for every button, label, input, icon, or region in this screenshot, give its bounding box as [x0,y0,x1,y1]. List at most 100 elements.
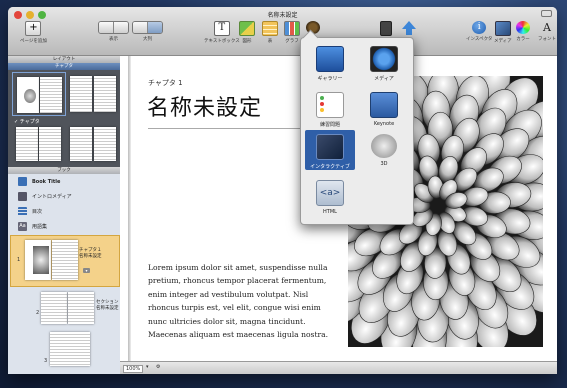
page-number: 3 [44,358,48,364]
layout-page-right [40,77,62,113]
table-label: 表 [267,39,273,44]
page-thumbnail [50,332,90,366]
phone-preview-button[interactable] [380,21,392,36]
inspector-button[interactable]: i インスペクタ [466,21,492,42]
selected-page-row[interactable]: 1 チャプタ１ 名称未設定 ▾ [10,235,120,287]
book-item-label: Book Title [32,178,61,185]
shape-label: 図形 [242,39,252,44]
page-thumbnails: 1 チャプタ１ 名称未設定 ▾ 2 セクション 名称未設定 3 [8,233,120,374]
page-thumbnail [41,292,67,324]
layout-thumbnail[interactable] [70,76,92,112]
review-widget[interactable]: 練習問題 [305,88,355,128]
page-row[interactable]: 3 [10,330,118,374]
zoom-segment [132,21,163,34]
gallery-widget[interactable]: ギャラリー [305,42,355,82]
book-title-item[interactable]: Book Title [8,174,120,189]
body-text[interactable]: Lorem ipsum dolor sit amet, suspendisse … [148,261,333,341]
table-icon [262,21,278,36]
font-icon: A [543,21,551,34]
page-thumbnail [52,240,78,280]
glossary-item[interactable]: Aa 用語集 [8,219,120,234]
shape-button[interactable]: 図形 [239,21,255,44]
page-number: 2 [36,310,40,316]
arrow-up-icon [402,21,416,29]
add-page-button[interactable]: + ページを追加 [20,21,47,44]
layout-page-left [17,77,39,113]
selected-layout[interactable] [12,72,66,116]
media-browser-icon [494,21,511,36]
widget-label: インタラクティブ [310,164,350,170]
page-number: 1 [17,257,21,263]
publish-button[interactable] [402,21,416,35]
interactive-image-icon [316,134,344,160]
checkmark-icon: ✓ [14,119,19,125]
widget-label: ギャラリー [317,76,343,82]
colors-button[interactable]: カラー [516,21,530,42]
book-item-label: 用語集 [32,224,48,230]
device-icon [380,21,392,36]
chart-icon [284,21,300,36]
page-row[interactable]: 2 セクション 名称未設定 [10,288,119,328]
chevron-down-icon[interactable]: ▾ [146,364,149,370]
arrow-stem [406,29,412,35]
media-browser-label: メディア [494,39,512,44]
table-button[interactable]: 表 [262,21,278,44]
chapter-layout-label: チャプタ [19,119,40,125]
app-window: 名称未設定 + ページを追加 表示 大列 T テキストボックス 図形 表 グラフ… [8,7,557,374]
thumbnail-image [33,246,49,274]
page-edge [128,56,131,361]
html-widget[interactable]: <a> HTML [305,176,355,216]
gallery-icon [316,46,344,72]
chapter-header: チャプタ [8,63,120,70]
page-label: チャプタ１ 名称未設定 [79,248,102,259]
sidebar: レイアウト チャプタ ✓ チャプタ ブック Book Title イントロメディ… [8,56,120,374]
intro-media-item[interactable]: イントロメディア [8,189,120,204]
page-thumbnail [68,292,94,324]
zoom-view-button[interactable]: 大列 [132,21,163,42]
layout-thumbnail[interactable] [16,127,38,161]
html-icon: <a> [316,180,344,206]
fullscreen-icon[interactable] [541,10,552,17]
layout-thumbnail[interactable] [94,127,116,161]
gear-icon[interactable]: ⚙ [156,364,160,370]
status-bar: 100% ▾ ⚙ [120,361,557,374]
page-label: セクション 名称未設定 [96,300,119,311]
film-icon [18,192,27,201]
toc-item[interactable]: 目次 [8,204,120,219]
layout-thumbnail[interactable] [39,127,61,161]
keynote-widget[interactable]: Keynote [359,88,409,128]
text-box-button[interactable]: T テキストボックス [204,21,240,44]
colors-label: カラー [516,37,530,42]
fonts-button[interactable]: A フォント [538,21,556,42]
list-icon [18,207,27,216]
interactive-widget[interactable]: インタラクティブ [305,130,355,170]
widget-label: メディア [374,76,394,82]
text-box-label: テキストボックス [204,39,240,44]
chart-button[interactable]: グラフ [284,21,300,44]
glossary-icon: Aa [18,222,27,231]
widget-label: 練習問題 [319,122,340,128]
3d-object-icon [371,134,397,158]
title-rule [148,128,300,129]
media-browser-button[interactable]: メディア [494,21,512,44]
toolbar: 名称未設定 + ページを追加 表示 大列 T テキストボックス 図形 表 グラフ… [8,7,557,56]
media-widget[interactable]: メディア [359,42,409,82]
view-button[interactable]: 表示 [98,21,129,42]
3d-widget[interactable]: 3D [359,130,409,170]
info-icon: i [472,21,487,34]
zoom-select[interactable]: 100% [123,365,144,373]
keynote-icon [370,92,398,118]
chapter-label[interactable]: チャプタ 1 [148,78,183,88]
text-box-icon: T [213,21,230,36]
chapter-title[interactable]: 名称未設定 [147,90,262,122]
chapter-layout-item[interactable]: ✓ チャプタ [14,118,40,125]
expand-arrow-icon[interactable]: ▾ [83,268,90,273]
layout-thumbnail[interactable] [70,127,92,161]
book-item-label: 目次 [32,209,43,215]
layout-thumbnail[interactable] [94,76,116,112]
page-thumbnail [25,240,51,280]
fonts-label: フォント [538,37,556,42]
layout-thumbnails: ✓ チャプタ [8,70,120,167]
layout-header: レイアウト [8,56,120,63]
book-item-label: イントロメディア [32,194,72,200]
